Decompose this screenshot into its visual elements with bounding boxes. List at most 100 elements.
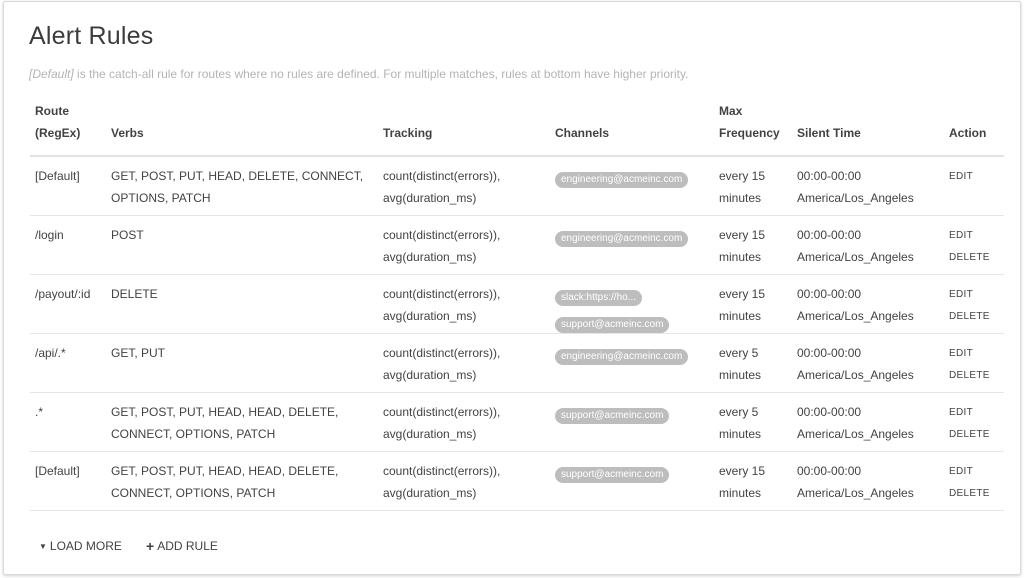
verbs-line1: GET, PUT <box>111 346 166 360</box>
table-row: /api/.* GET, PUT count(distinct(errors)), a… <box>30 334 1004 393</box>
delete-button[interactable]: DELETE <box>949 247 1004 269</box>
delete-button[interactable]: DELETE <box>949 306 1004 328</box>
verbs-line1: POST <box>111 228 144 242</box>
frequency-line2: minutes <box>719 368 762 382</box>
cell-verbs: GET, PUT <box>111 342 366 364</box>
table-body: [Default] GET, POST, PUT, HEAD, DELETE, C… <box>30 157 1004 511</box>
cell-channels: engineering@acmeinc.com <box>555 226 715 253</box>
cell-silent-time: 00:00-00:00 America/Los_Angeles <box>797 224 937 268</box>
subtitle-text: is the catch-all rule for routes where n… <box>73 67 689 81</box>
cell-silent-time: 00:00-00:00 America/Los_Angeles <box>797 165 937 209</box>
frequency-line1: every 15 <box>719 228 766 242</box>
page-title: Alert Rules <box>29 22 154 50</box>
edit-button[interactable]: EDIT <box>949 225 1004 247</box>
edit-button[interactable]: EDIT <box>949 284 1004 306</box>
cell-tracking: count(distinct(errors)), avg(duration_ms) <box>383 460 543 504</box>
verbs-line1: GET, POST, PUT, HEAD, DELETE, CONNECT, <box>111 169 364 183</box>
cell-route: /api/.* <box>35 346 66 360</box>
silent-line1: 00:00-00:00 <box>797 169 862 183</box>
page-subtitle: [Default] is the catch-all rule for rout… <box>29 67 688 81</box>
load-more-label: LOAD MORE <box>49 539 122 553</box>
plus-icon: + <box>146 538 155 554</box>
cell-channels: slack:https://ho... support@acmeinc.com <box>555 285 715 339</box>
silent-line2: America/Los_Angeles <box>797 191 914 205</box>
cell-silent-time: 00:00-00:00 America/Los_Angeles <box>797 283 937 327</box>
silent-line1: 00:00-00:00 <box>797 346 862 360</box>
cell-tracking: count(distinct(errors)), avg(duration_ms) <box>383 283 543 327</box>
frequency-line2: minutes <box>719 486 762 500</box>
silent-line2: America/Los_Angeles <box>797 250 914 264</box>
verbs-line1: DELETE <box>111 287 158 301</box>
tracking-line1: count(distinct(errors)), <box>383 287 501 301</box>
verbs-line1: GET, POST, PUT, HEAD, HEAD, DELETE, <box>111 405 339 419</box>
silent-line1: 00:00-00:00 <box>797 405 862 419</box>
frequency-line2: minutes <box>719 250 762 264</box>
cell-route: [Default] <box>35 464 80 478</box>
cell-silent-time: 00:00-00:00 America/Los_Angeles <box>797 342 937 386</box>
tracking-line1: count(distinct(errors)), <box>383 228 501 242</box>
cell-verbs: POST <box>111 224 366 246</box>
load-more-button[interactable]: ▼ LOAD MORE <box>39 539 122 553</box>
silent-line2: America/Los_Angeles <box>797 309 914 323</box>
cell-frequency: every 5 minutes <box>719 342 794 386</box>
verbs-line2: CONNECT, OPTIONS, PATCH <box>111 427 276 441</box>
frequency-line2: minutes <box>719 309 762 323</box>
cell-route: .* <box>35 405 44 419</box>
header-freq-line2: Frequency <box>719 126 780 140</box>
header-tracking: Tracking <box>383 126 433 140</box>
channel-chip[interactable]: support@acmeinc.com <box>555 317 670 333</box>
verbs-line2: OPTIONS, PATCH <box>111 191 211 205</box>
cell-frequency: every 15 minutes <box>719 460 794 504</box>
cell-channels: engineering@acmeinc.com <box>555 344 715 371</box>
alert-rules-card: Alert Rules [Default] is the catch-all r… <box>3 1 1021 575</box>
channel-chip[interactable]: slack:https://ho... <box>555 290 643 306</box>
header-verbs: Verbs <box>111 126 144 140</box>
delete-button[interactable]: DELETE <box>949 365 1004 387</box>
channel-chip[interactable]: support@acmeinc.com <box>555 467 670 483</box>
cell-actions: EDIT DELETE <box>949 225 1004 269</box>
channel-chip[interactable]: support@acmeinc.com <box>555 408 670 424</box>
add-rule-label: ADD RULE <box>157 539 218 553</box>
silent-line1: 00:00-00:00 <box>797 228 862 242</box>
table-header: Route (RegEx) Verbs Tracking Channels Ma… <box>30 102 1004 157</box>
tracking-line1: count(distinct(errors)), <box>383 464 501 478</box>
silent-line1: 00:00-00:00 <box>797 287 862 301</box>
channel-chip[interactable]: engineering@acmeinc.com <box>555 349 689 365</box>
tracking-line2: avg(duration_ms) <box>383 427 477 441</box>
edit-button[interactable]: EDIT <box>949 343 1004 365</box>
delete-button[interactable]: DELETE <box>949 424 1004 446</box>
cell-actions: EDIT DELETE <box>949 402 1004 446</box>
frequency-line2: minutes <box>719 191 762 205</box>
frequency-line1: every 15 <box>719 287 766 301</box>
add-rule-button[interactable]: + ADD RULE <box>146 539 218 553</box>
channel-chip[interactable]: engineering@acmeinc.com <box>555 231 689 247</box>
cell-verbs: DELETE <box>111 283 366 305</box>
silent-line2: America/Los_Angeles <box>797 368 914 382</box>
cell-tracking: count(distinct(errors)), avg(duration_ms) <box>383 342 543 386</box>
alert-rules-table: Route (RegEx) Verbs Tracking Channels Ma… <box>30 102 1004 511</box>
table-row: /login POST count(distinct(errors)), avg(du… <box>30 216 1004 275</box>
header-route-line1: Route <box>35 104 69 118</box>
frequency-line1: every 15 <box>719 169 766 183</box>
header-route-line2: (RegEx) <box>35 126 81 140</box>
channel-chip[interactable]: engineering@acmeinc.com <box>555 172 689 188</box>
cell-route: [Default] <box>35 169 80 183</box>
verbs-line1: GET, POST, PUT, HEAD, HEAD, DELETE, <box>111 464 339 478</box>
cell-actions: EDIT DELETE <box>949 461 1004 505</box>
header-route: Route (RegEx) <box>35 100 110 144</box>
header-freq-line1: Max <box>719 104 743 118</box>
edit-button[interactable]: EDIT <box>949 402 1004 424</box>
cell-actions: EDIT DELETE <box>949 343 1004 387</box>
cell-frequency: every 15 minutes <box>719 224 794 268</box>
cell-route: /payout/:id <box>35 287 91 301</box>
header-action: Action <box>949 126 987 140</box>
cell-frequency: every 15 minutes <box>719 283 794 327</box>
edit-button[interactable]: EDIT <box>949 166 1004 188</box>
cell-channels: support@acmeinc.com <box>555 462 715 489</box>
verbs-line2: CONNECT, OPTIONS, PATCH <box>111 486 276 500</box>
subtitle-default-tag: [Default] <box>29 67 74 81</box>
caret-down-icon: ▼ <box>39 541 47 551</box>
cell-frequency: every 5 minutes <box>719 401 794 445</box>
delete-button[interactable]: DELETE <box>949 483 1004 505</box>
edit-button[interactable]: EDIT <box>949 461 1004 483</box>
